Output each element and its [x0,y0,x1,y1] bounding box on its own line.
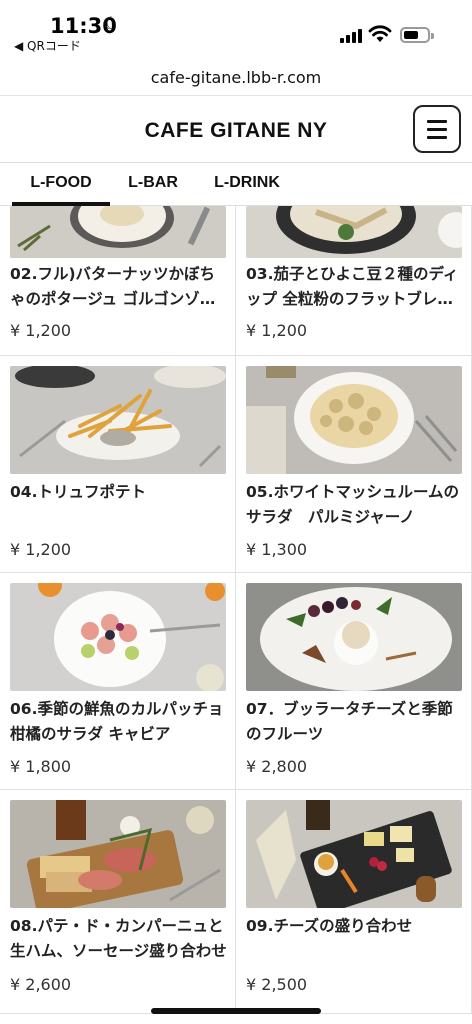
food-photo [10,206,226,258]
item-price: ¥ 1,200 [246,321,308,340]
cellular-signal-icon [340,29,364,43]
home-indicator[interactable] [151,1008,321,1014]
tab-l-bar[interactable]: L-BAR [118,164,188,206]
menu-item[interactable]: 06.季節の鮮魚のカルパッチョ 柑橘のサラダ キャビア ¥ 1,800 [0,573,236,790]
menu-item[interactable]: 03.茄子とひよこ豆２種のディップ 全粒粉のフラットブレッド ¥ 1,200 [236,206,472,356]
food-photo [246,366,462,474]
food-photo [246,583,462,691]
address-bar[interactable]: cafe-gitane.lbb-r.com [0,60,472,96]
item-name: 06.季節の鮮魚のカルパッチョ 柑橘のサラダ キャビア [10,700,224,743]
menu-item[interactable]: 04.トリュフポテト ¥ 1,200 [0,356,236,573]
menu-item[interactable]: 05.ホワイトマッシュルームのサラダ パルミジャーノ ¥ 1,300 [236,356,472,573]
category-tabs: L-FOOD L-BAR L-DRINK [0,164,472,206]
item-price: ¥ 1,300 [246,540,308,559]
menu-item[interactable]: 02.フル)バターナッツかぼちゃのポタージュ ゴルゴンゾーラ ¥ 1,200 [0,206,236,356]
wifi-icon [368,25,392,42]
menu-item[interactable]: 09.チーズの盛り合わせ ¥ 2,500 [236,790,472,1014]
food-photo [10,366,226,474]
site-header: CAFE GITANE NY [0,97,472,163]
menu-grid: 02.フル)バターナッツかぼちゃのポタージュ ゴルゴンゾーラ ¥ 1,200 0… [0,206,472,1014]
food-photo [10,583,226,691]
status-bar: 11:30 ☾ ◀ QRコード [0,0,472,58]
food-photo [246,800,462,908]
item-price: ¥ 1,200 [10,321,72,340]
item-name: 07．ブッラータチーズと季節のフルーツ [246,700,453,743]
food-photo [10,800,226,908]
hamburger-menu-button[interactable] [413,105,461,153]
item-name: 03.茄子とひよこ豆２種のディップ 全粒粉のフラットブレッド [246,265,459,308]
item-price: ¥ 1,800 [10,757,72,776]
site-title[interactable]: CAFE GITANE NY [0,119,472,143]
item-price: ¥ 2,600 [10,975,72,994]
moon-icon: ☾ [103,14,119,34]
tab-l-drink[interactable]: L-DRINK [204,164,290,206]
item-price: ¥ 2,500 [246,975,308,994]
tab-l-food[interactable]: L-FOOD [12,164,110,206]
item-name: 04.トリュフポテト [10,483,146,501]
food-photo [246,206,462,258]
battery-icon [400,27,434,43]
back-to-app-link[interactable]: ◀ QRコード [14,37,81,54]
item-name: 08.パテ・ド・カンパーニュと生ハム、ソーセージ盛り合わせ [10,917,227,960]
menu-item[interactable]: 07．ブッラータチーズと季節のフルーツ ¥ 2,800 [236,573,472,790]
item-price: ¥ 2,800 [246,757,308,776]
item-price: ¥ 1,200 [10,540,72,559]
item-name: 09.チーズの盛り合わせ [246,917,413,935]
menu-item[interactable]: 08.パテ・ド・カンパーニュと生ハム、ソーセージ盛り合わせ ¥ 2,600 [0,790,236,1014]
item-name: 05.ホワイトマッシュルームのサラダ パルミジャーノ [246,483,459,526]
item-name: 02.フル)バターナッツかぼちゃのポタージュ ゴルゴンゾーラ [10,265,216,308]
